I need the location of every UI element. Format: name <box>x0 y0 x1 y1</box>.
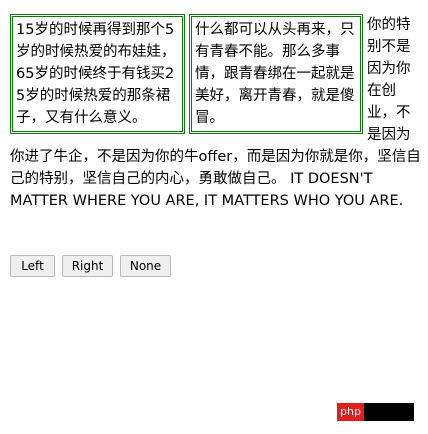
float-demo-content: 15岁的时候再得到那个5岁的时候热爱的布娃娃，65岁的时候终于有钱买25岁的时候… <box>10 14 422 212</box>
watermark-bar <box>363 403 414 421</box>
float-none-button[interactable]: None <box>120 255 171 277</box>
site-watermark: php <box>337 403 414 421</box>
float-box-1: 15岁的时候再得到那个5岁的时候热爱的布娃娃，65岁的时候终于有钱买25岁的时候… <box>10 14 185 134</box>
float-box-2-text: 什么都可以从头再来，只有青春不能。那么多事情，跟青春绑在一起就是美好，离开青春，… <box>195 22 355 126</box>
float-button-group: Left Right None <box>10 255 171 277</box>
float-box-2: 什么都可以从头再来，只有青春不能。那么多事情，跟青春绑在一起就是美好，离开青春，… <box>189 14 363 134</box>
watermark-logo-text: php <box>337 403 364 421</box>
float-left-button[interactable]: Left <box>10 255 55 277</box>
float-box-1-text: 15岁的时候再得到那个5岁的时候热爱的布娃娃，65岁的时候终于有钱买25岁的时候… <box>16 22 176 126</box>
float-right-button[interactable]: Right <box>62 255 113 277</box>
